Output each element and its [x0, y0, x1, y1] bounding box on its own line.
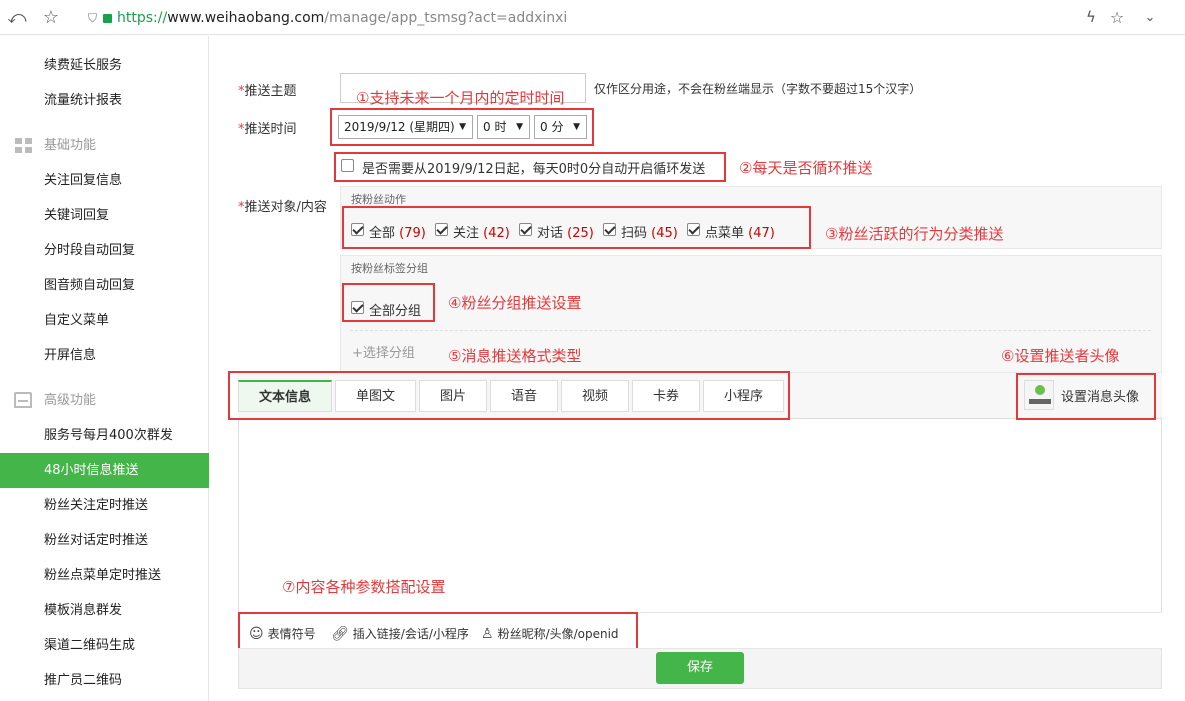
fan-action-title: 按粉丝动作	[351, 193, 406, 206]
sidebar-group-basic: 基础功能	[0, 128, 209, 163]
star-icon[interactable]: ☆	[1106, 6, 1128, 28]
hour-select[interactable]: 0 时 ▼	[477, 115, 530, 139]
insert-link-tool[interactable]: 🔗︎ 插入链接/会话/小程序	[331, 625, 469, 642]
sidebar-item-48h-push[interactable]: 48小时信息推送	[0, 453, 209, 488]
smiley-icon: ☺	[249, 625, 264, 642]
dropdown-arrow-icon: ▼	[516, 122, 523, 132]
sidebar-group-label: 基础功能	[44, 138, 97, 153]
sidebar-item-keyword-reply[interactable]: 关键词回复	[0, 198, 209, 233]
annotation-1: ①支持未来一个月内的定时时间	[356, 89, 565, 107]
date-select[interactable]: 2019/9/12 (星期四) ▼	[338, 115, 473, 139]
sidebar-item-splash[interactable]: 开屏信息	[0, 338, 209, 373]
target-label: *推送对象/内容	[238, 200, 327, 215]
sidebar-item-menu-timed[interactable]: 粉丝点菜单定时推送	[0, 558, 209, 593]
tab-single-article[interactable]: 单图文	[335, 380, 416, 412]
url-path: /manage/app_tsmsg?act=addxinxi	[324, 10, 568, 26]
avatar	[1024, 380, 1054, 410]
tab-text[interactable]: 文本信息	[238, 380, 332, 412]
tab-voice[interactable]: 语音	[490, 380, 558, 412]
sidebar-item-chat-timed[interactable]: 粉丝对话定时推送	[0, 523, 209, 558]
tab-image[interactable]: 图片	[419, 380, 487, 412]
fan-profile-tool[interactable]: ♙ 粉丝昵称/头像/openid	[481, 625, 619, 642]
loop-checkbox[interactable]	[341, 159, 354, 172]
fan-tag-title: 按粉丝标签分组	[351, 262, 428, 275]
user-icon: ♙	[481, 625, 494, 642]
subject-label: *推送主题	[238, 84, 297, 99]
sidebar-item-custom-menu[interactable]: 自定义菜单	[0, 303, 209, 338]
sidebar-group-label: 高级功能	[44, 393, 97, 408]
url-host: www.weihaobang.com	[167, 10, 325, 26]
sidebar-item-promoter-qr[interactable]: 推广员二维码	[0, 663, 209, 698]
tab-video[interactable]: 视频	[561, 380, 629, 412]
save-button[interactable]: 保存	[656, 652, 744, 684]
sidebar-group-advanced: 高级功能	[0, 383, 209, 418]
annotation-3: ③粉丝活跃的行为分类推送	[825, 225, 1004, 243]
dropdown-arrow-icon: ▼	[573, 122, 580, 132]
emoji-tool[interactable]: ☺ 表情符号	[249, 625, 316, 642]
action-scan-checkbox[interactable]	[603, 223, 616, 236]
all-groups-checkbox[interactable]	[351, 301, 364, 314]
annotation-2: ②每天是否循环推送	[739, 159, 873, 177]
action-follow-label[interactable]: 关注 (42)	[453, 222, 510, 241]
chevron-down-icon[interactable]: ⌄	[1139, 6, 1161, 28]
star-outline-icon[interactable]: ☆	[40, 6, 62, 28]
lightning-icon[interactable]: ϟ	[1080, 6, 1102, 28]
annotation-7: ⑦内容各种参数搭配设置	[282, 578, 446, 596]
minute-select[interactable]: 0 分 ▼	[534, 115, 587, 139]
grid-icon	[15, 138, 32, 153]
set-avatar-button[interactable]: 设置消息头像	[1024, 380, 1146, 410]
time-label: *推送时间	[238, 122, 297, 137]
tab-coupon[interactable]: 卡券	[632, 380, 700, 412]
sidebar-item-traffic[interactable]: 流量统计报表	[0, 83, 209, 118]
sidebar-item-media-reply[interactable]: 图音频自动回复	[0, 268, 209, 303]
select-group-link[interactable]: +选择分组	[352, 342, 415, 361]
address-bar[interactable]: ⛉ https://www.weihaobang.com/manage/app_…	[88, 8, 567, 28]
inbox-icon	[14, 392, 32, 408]
set-avatar-label: 设置消息头像	[1061, 390, 1140, 405]
browser-toolbar: ⤺ ☆ ⛉ https://www.weihaobang.com/manage/…	[0, 0, 1185, 35]
link-icon: 🔗︎	[331, 625, 349, 642]
undo-arrow-icon[interactable]: ⤺	[6, 6, 28, 28]
annotation-5: ⑤消息推送格式类型	[448, 347, 582, 365]
annotation-6: ⑥设置推送者头像	[1001, 347, 1120, 365]
action-menu-checkbox[interactable]	[687, 223, 700, 236]
shield-icon: ⛉	[88, 10, 98, 25]
sidebar-item-template-mass[interactable]: 模板消息群发	[0, 593, 209, 628]
tab-mini-program[interactable]: 小程序	[703, 380, 784, 412]
action-chat-checkbox[interactable]	[519, 223, 532, 236]
dropdown-arrow-icon: ▼	[459, 122, 466, 132]
sidebar-item-time-reply[interactable]: 分时段自动回复	[0, 233, 209, 268]
lock-icon	[103, 13, 113, 23]
sidebar-item-channel-qr[interactable]: 渠道二维码生成	[0, 628, 209, 663]
sidebar-item-follow-reply[interactable]: 关注回复信息	[0, 163, 209, 198]
action-menu-label[interactable]: 点菜单 (47)	[705, 222, 775, 241]
loop-checkbox-label[interactable]: 是否需要从2019/9/12日起，每天0时0分自动开启循环发送	[362, 158, 705, 177]
divider	[350, 330, 1151, 331]
action-follow-checkbox[interactable]	[435, 223, 448, 236]
url-scheme: https://	[117, 10, 168, 26]
sidebar-item-renew[interactable]: 续费延长服务	[0, 48, 209, 83]
annotation-4: ④粉丝分组推送设置	[448, 294, 582, 312]
action-scan-label[interactable]: 扫码 (45)	[621, 222, 678, 241]
action-all-checkbox[interactable]	[351, 223, 364, 236]
all-groups-label[interactable]: 全部分组	[369, 300, 421, 319]
subject-hint: 仅作区分用途，不会在粉丝端显示（字数不要超过15个汉字）	[594, 82, 922, 96]
action-all-label[interactable]: 全部 (79)	[369, 222, 426, 241]
action-chat-label[interactable]: 对话 (25)	[537, 222, 594, 241]
sidebar-item-follow-timed[interactable]: 粉丝关注定时推送	[0, 488, 209, 523]
sidebar-item-mass-400[interactable]: 服务号每月400次群发	[0, 418, 209, 453]
